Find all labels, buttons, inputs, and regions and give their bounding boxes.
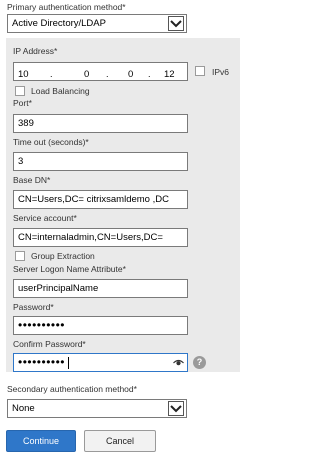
- secondary-auth-select[interactable]: None: [7, 399, 187, 418]
- group-extraction-label: Group Extraction: [31, 251, 95, 261]
- chevron-down-icon[interactable]: [168, 16, 184, 31]
- password-value: ••••••••••: [18, 318, 66, 332]
- ip-octet-1[interactable]: 10: [18, 66, 29, 80]
- base-dn-field[interactable]: CN=Users,DC= citrixsamldemo ,DC: [13, 190, 188, 209]
- secondary-auth-value: None: [12, 403, 35, 414]
- password-field[interactable]: ••••••••••: [13, 316, 188, 335]
- chevron-down-icon[interactable]: [168, 401, 184, 416]
- ip-octet-4[interactable]: 12: [164, 66, 175, 80]
- load-balancing-checkbox[interactable]: [15, 86, 25, 96]
- ip-dot: .: [106, 69, 109, 79]
- port-label: Port*: [13, 98, 32, 108]
- primary-auth-value: Active Directory/LDAP: [12, 18, 106, 29]
- server-logon-attr-label: Server Logon Name Attribute*: [13, 264, 126, 274]
- password-label: Password*: [13, 302, 54, 312]
- primary-auth-select[interactable]: Active Directory/LDAP: [7, 14, 187, 33]
- group-extraction-checkbox[interactable]: [15, 251, 25, 261]
- eye-icon[interactable]: [173, 357, 184, 371]
- help-icon[interactable]: ?: [193, 356, 206, 369]
- confirm-password-field[interactable]: ••••••••••: [13, 353, 188, 372]
- ip-address-label: IP Address*: [13, 46, 58, 56]
- base-dn-label: Base DN*: [13, 175, 51, 185]
- load-balancing-label: Load Balancing: [31, 86, 90, 96]
- ip-dot: .: [50, 69, 53, 79]
- port-field[interactable]: 389: [13, 114, 188, 133]
- ip-dot: .: [148, 69, 151, 79]
- continue-button[interactable]: Continue: [6, 430, 76, 452]
- server-logon-attr-field[interactable]: userPrincipalName: [13, 279, 188, 298]
- timeout-label: Time out (seconds)*: [13, 137, 89, 147]
- ip-address-field[interactable]: 10 . 0 . 0 . 12: [13, 62, 188, 81]
- cancel-button[interactable]: Cancel: [84, 430, 156, 452]
- ipv6-label: IPv6: [212, 67, 230, 77]
- confirm-password-label: Confirm Password*: [13, 339, 86, 349]
- text-cursor: [67, 357, 69, 370]
- ipv6-checkbox[interactable]: [195, 66, 205, 76]
- ip-octet-3[interactable]: 0: [128, 66, 133, 80]
- service-account-label: Service account*: [13, 213, 77, 223]
- confirm-password-value: ••••••••••: [18, 355, 66, 369]
- secondary-auth-label: Secondary authentication method*: [7, 384, 137, 394]
- ip-octet-2[interactable]: 0: [84, 66, 89, 80]
- timeout-field[interactable]: 3: [13, 152, 188, 171]
- primary-auth-label: Primary authentication method*: [7, 2, 126, 12]
- service-account-field[interactable]: CN=internaladmin,CN=Users,DC=: [13, 228, 188, 247]
